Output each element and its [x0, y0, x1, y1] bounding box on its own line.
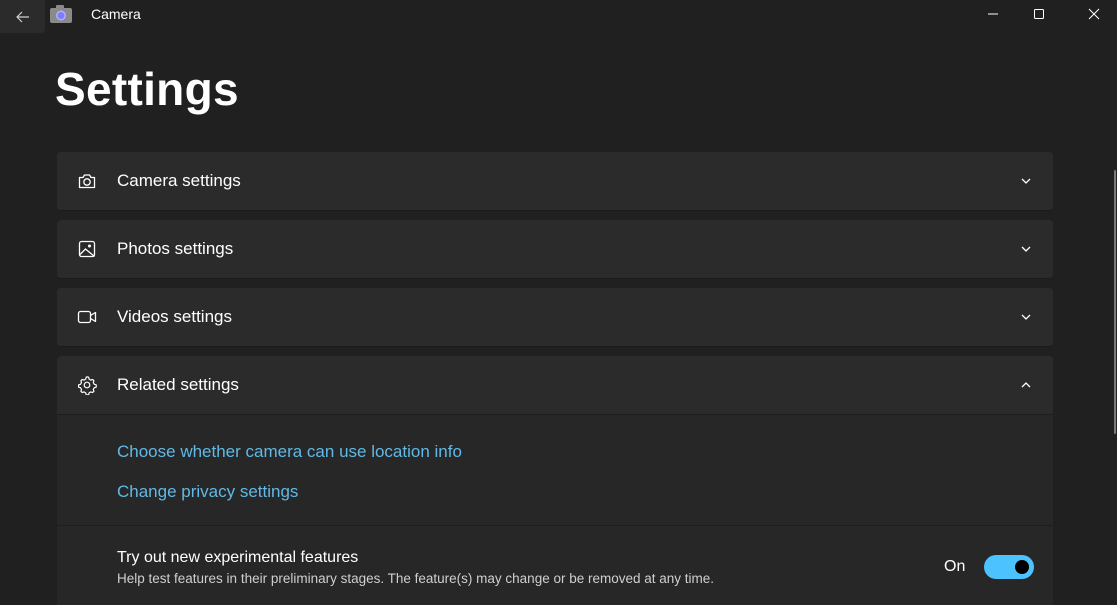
section-photos-settings[interactable]: Photos settings: [57, 220, 1053, 279]
camera-icon: [78, 174, 96, 189]
section-label: Photos settings: [117, 239, 234, 258]
toggle-knob: [1015, 560, 1029, 574]
section-camera-settings[interactable]: Camera settings: [57, 152, 1053, 211]
close-button[interactable]: [1071, 0, 1117, 28]
image-icon: [78, 240, 96, 258]
chevron-down-icon[interactable]: [1019, 174, 1033, 188]
chevron-down-icon[interactable]: [1019, 242, 1033, 256]
maximize-icon: [1034, 9, 1044, 19]
toggle-state-label: On: [944, 558, 966, 575]
experimental-features-toggle[interactable]: [984, 555, 1034, 579]
section-label: Camera settings: [117, 171, 241, 190]
page-title: Settings: [55, 63, 239, 115]
gear-icon: [78, 376, 97, 395]
scrollbar[interactable]: [1114, 170, 1116, 434]
experimental-features-title: Try out new experimental features: [117, 549, 359, 566]
maximize-button[interactable]: [1016, 0, 1062, 28]
title-bar: Camera: [0, 0, 1117, 33]
camera-app-icon: [50, 5, 72, 23]
chevron-down-icon[interactable]: [1019, 310, 1033, 324]
section-related-settings[interactable]: Related settings: [57, 356, 1053, 415]
related-settings-content: Choose whether camera can use location i…: [57, 414, 1053, 605]
back-button[interactable]: [0, 0, 45, 33]
minimize-button[interactable]: [970, 0, 1016, 28]
close-icon: [1088, 8, 1100, 20]
back-arrow-icon: [15, 11, 29, 22]
chevron-up-icon[interactable]: [1019, 378, 1033, 392]
experimental-features-description: Help test features in their preliminary …: [117, 571, 715, 586]
privacy-settings-link[interactable]: Change privacy settings: [117, 482, 298, 502]
minimize-icon: [988, 13, 998, 15]
divider: [57, 525, 1053, 526]
section-videos-settings[interactable]: Videos settings: [57, 288, 1053, 347]
section-label: Related settings: [117, 375, 239, 394]
location-info-link[interactable]: Choose whether camera can use location i…: [117, 442, 462, 462]
video-icon: [77, 310, 97, 324]
section-label: Videos settings: [117, 307, 232, 326]
app-title: Camera: [91, 6, 141, 22]
